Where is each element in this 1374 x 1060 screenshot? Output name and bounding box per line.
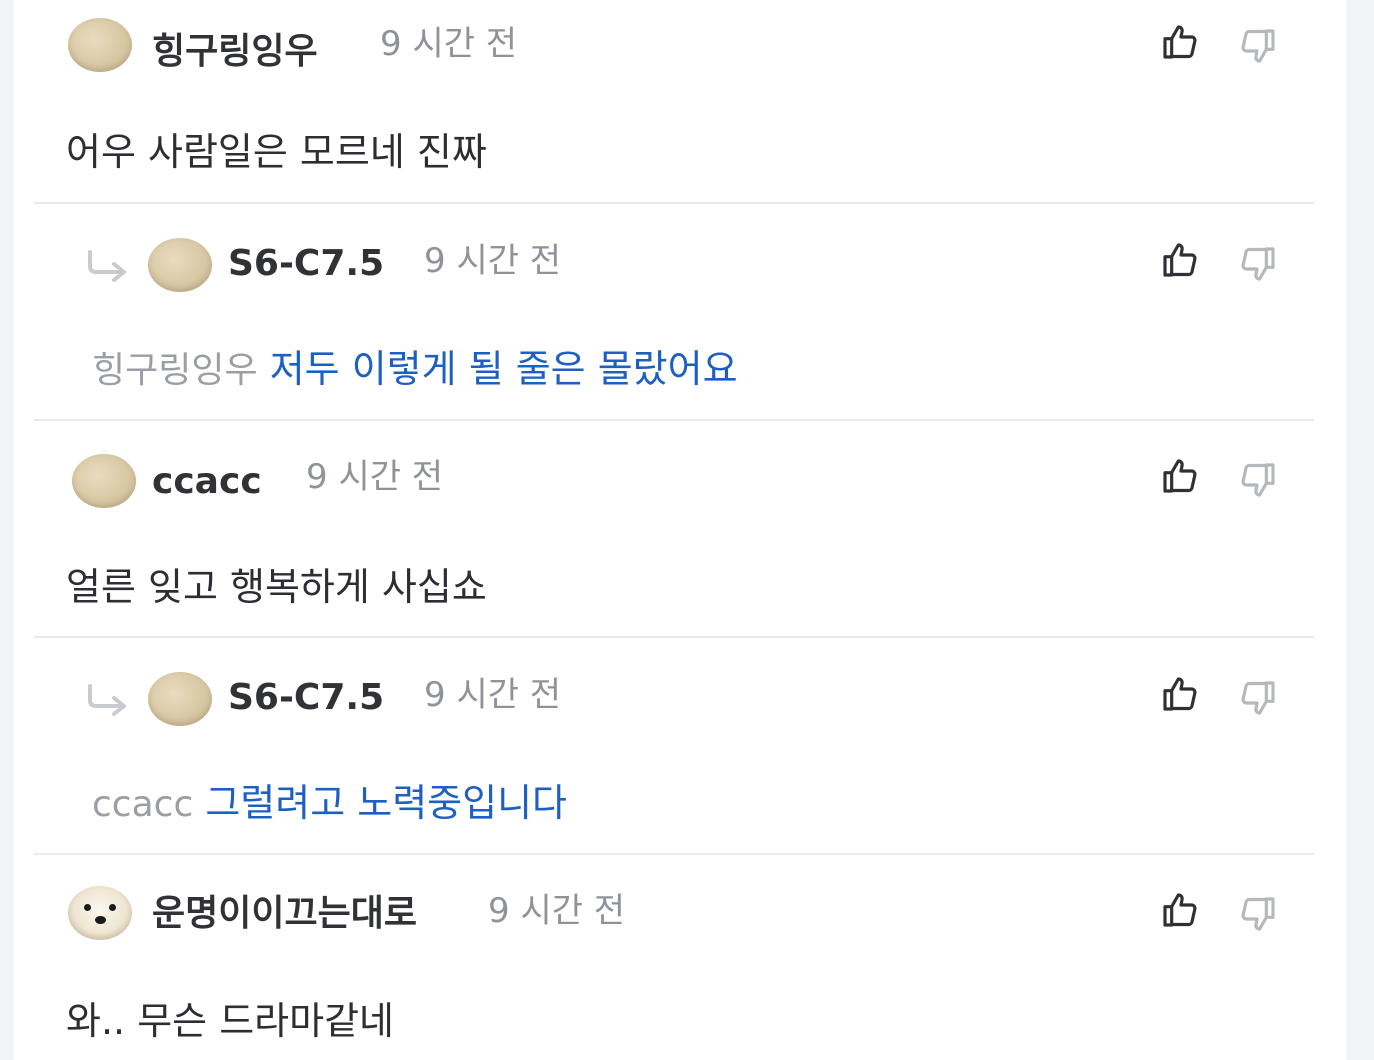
comment-time: 9 시간 전: [424, 241, 562, 281]
thumbs-down-icon[interactable]: [1238, 242, 1278, 286]
divider: [34, 419, 1314, 421]
comment: 운명이이끄는대로 9 시간 전 와.. 무슨 드라마같네: [34, 864, 1314, 1060]
comment-text: 와.. 무슨 드라마같네: [66, 999, 394, 1043]
divider: [34, 853, 1314, 855]
avatar[interactable]: [68, 886, 132, 940]
comment-author[interactable]: ccacc: [152, 464, 262, 500]
reply-body: ccacc 그럴려고 노력중입니다: [92, 784, 567, 823]
thumbs-up-icon[interactable]: [1160, 238, 1200, 282]
divider: [34, 202, 1314, 204]
reply-mention[interactable]: ccacc: [92, 784, 193, 825]
thumbs-down-icon[interactable]: [1238, 24, 1278, 68]
avatar[interactable]: [68, 18, 132, 72]
thumbs-up-icon[interactable]: [1160, 454, 1200, 498]
reply-arrow-icon: [88, 684, 126, 716]
avatar[interactable]: [72, 454, 136, 508]
comment-text: 얼른 잊고 행복하게 사십쇼: [66, 565, 487, 609]
comment-time: 9 시간 전: [306, 457, 444, 497]
thumbs-up-icon[interactable]: [1160, 672, 1200, 716]
comment-time: 9 시간 전: [380, 24, 518, 64]
comment-author[interactable]: 운명이이끄는대로: [152, 896, 417, 932]
comment-author[interactable]: 힝구링잉우: [152, 34, 318, 70]
reply-mention[interactable]: 힝구링잉우: [92, 350, 258, 391]
reply-body: 힝구링잉우 저두 이렇게 될 줄은 몰랐어요: [92, 350, 738, 389]
thumbs-down-icon[interactable]: [1238, 676, 1278, 720]
comment-author[interactable]: S6-C7.5: [228, 680, 384, 716]
comment-time: 9 시간 전: [488, 891, 626, 931]
thumbs-up-icon[interactable]: [1160, 888, 1200, 932]
thumbs-down-icon[interactable]: [1238, 458, 1278, 502]
thumbs-down-icon[interactable]: [1238, 892, 1278, 936]
comment: ccacc 9 시간 전 얼른 잊고 행복하게 사십쇼: [34, 430, 1314, 636]
comment-text: 어우 사람일은 모르네 진짜: [66, 130, 487, 174]
avatar[interactable]: [148, 238, 212, 292]
comment-author[interactable]: S6-C7.5: [228, 246, 384, 282]
thumbs-up-icon[interactable]: [1160, 20, 1200, 64]
reply-arrow-icon: [88, 250, 126, 282]
reply-text: 저두 이렇게 될 줄은 몰랐어요: [269, 347, 738, 391]
reply-comment: S6-C7.5 9 시간 전 ccacc 그럴려고 노력중입니다: [34, 648, 1314, 844]
divider: [34, 636, 1314, 638]
avatar[interactable]: [148, 672, 212, 726]
comment: 힝구링잉우 9 시간 전 어우 사람일은 모르네 진짜: [34, 10, 1314, 200]
comment-time: 9 시간 전: [424, 675, 562, 715]
reply-comment: S6-C7.5 9 시간 전 힝구링잉우 저두 이렇게 될 줄은 몰랐어요: [34, 214, 1314, 410]
reply-text: 그럴려고 노력중입니다: [205, 781, 568, 825]
